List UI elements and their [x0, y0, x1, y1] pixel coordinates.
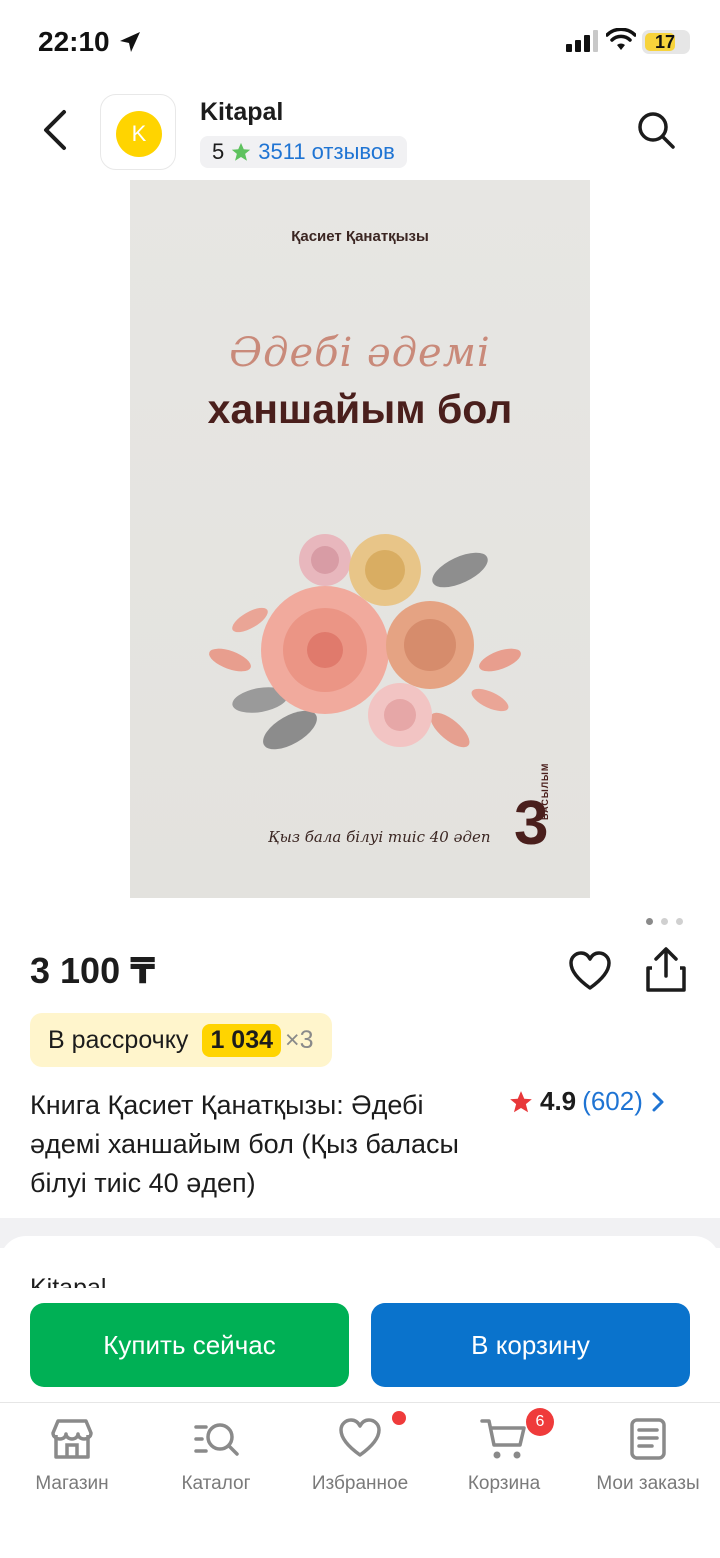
shop-rating-score: 5	[212, 139, 225, 164]
cellular-signal-icon	[566, 30, 598, 52]
star-icon	[232, 142, 251, 161]
cart-count-badge: 6	[526, 1408, 554, 1436]
orders-icon	[630, 1418, 666, 1460]
shop-header: K Kitapal 5 3511 отзывов	[0, 88, 720, 180]
pagination-dot	[676, 918, 683, 925]
favorite-heart-icon[interactable]	[568, 950, 612, 994]
installment-times: ×3	[285, 1025, 314, 1054]
product-title: Книга Қасиет Қанатқызы: Әдебі әдемі ханш…	[30, 1090, 459, 1198]
cover-title-line2: ханшайым бол	[207, 386, 513, 432]
shop-name[interactable]: Kitapal	[200, 98, 283, 127]
status-bar: 22:10 17	[0, 0, 720, 88]
tab-orders[interactable]: Мои заказы	[576, 1417, 720, 1495]
product-rating-link[interactable]: 4.9 (602)	[508, 1086, 667, 1117]
product-image-gallery[interactable]: Қасиет Қанатқызы Әдебі әдемі ханшайым бо…	[130, 180, 590, 898]
cart-icon	[480, 1419, 526, 1459]
installment-amount: 1 034	[202, 1023, 281, 1057]
wifi-icon	[606, 28, 636, 50]
tab-cart[interactable]: Корзина	[432, 1417, 576, 1495]
seller-section-title: Kitapal	[30, 1274, 107, 1288]
catalog-search-icon	[194, 1423, 239, 1456]
heart-icon	[339, 1418, 381, 1457]
cover-author: Қасиет Қанатқызы	[291, 228, 429, 245]
share-icon[interactable]	[644, 946, 688, 994]
buy-now-button[interactable]: Купить сейчас	[30, 1303, 349, 1387]
cover-subtitle: Қыз бала білуі тиіс 40 әдеп	[268, 828, 491, 846]
star-icon	[510, 1090, 532, 1112]
favorites-notification-dot	[392, 1411, 406, 1425]
battery-level: 17	[654, 32, 676, 52]
add-to-cart-button[interactable]: В корзину	[371, 1303, 690, 1387]
bottom-tab-bar: Магазин Каталог Избранное Корзина Мои за…	[0, 1402, 720, 1558]
tab-store-label: Магазин	[35, 1473, 109, 1494]
product-rating-value: 4.9	[540, 1086, 577, 1116]
status-time: 22:10	[38, 26, 110, 57]
installment-badge[interactable]: В рассрочку 1 034 ×3	[30, 1013, 332, 1067]
battery-icon: 17	[642, 30, 690, 54]
tab-cart-label: Корзина	[467, 1473, 541, 1494]
product-price: 3 100 ₸	[30, 950, 156, 991]
cover-edition-label: БАСЫЛЫМ	[540, 762, 550, 820]
search-icon[interactable]	[636, 110, 676, 150]
cover-title-line1: Әдебі әдемі	[229, 330, 491, 376]
chevron-right-icon	[652, 1092, 664, 1111]
pagination-dot	[646, 918, 653, 925]
tab-store[interactable]: Магазин	[0, 1417, 144, 1495]
back-icon[interactable]	[38, 108, 78, 152]
tab-favorites-label: Избранное	[311, 1473, 409, 1494]
tab-catalog[interactable]: Каталог	[144, 1417, 288, 1495]
shop-reviews-link: 3511 отзывов	[258, 139, 395, 164]
pagination-dot	[661, 918, 668, 925]
shop-rating-chip[interactable]: 5 3511 отзывов	[200, 136, 407, 168]
shop-logo[interactable]: K	[100, 94, 176, 170]
tab-catalog-label: Каталог	[181, 1473, 251, 1494]
product-rating-count: (602)	[582, 1086, 643, 1116]
cover-flowers-illustration	[209, 534, 521, 750]
installment-label: В рассрочку	[48, 1025, 189, 1054]
location-arrow-icon	[120, 32, 140, 52]
shop-logo-letter: K	[116, 111, 162, 157]
tab-orders-label: Мои заказы	[596, 1473, 700, 1494]
store-icon	[51, 1419, 93, 1459]
gallery-pagination	[646, 918, 683, 925]
tab-favorites[interactable]: Избранное	[288, 1417, 432, 1495]
